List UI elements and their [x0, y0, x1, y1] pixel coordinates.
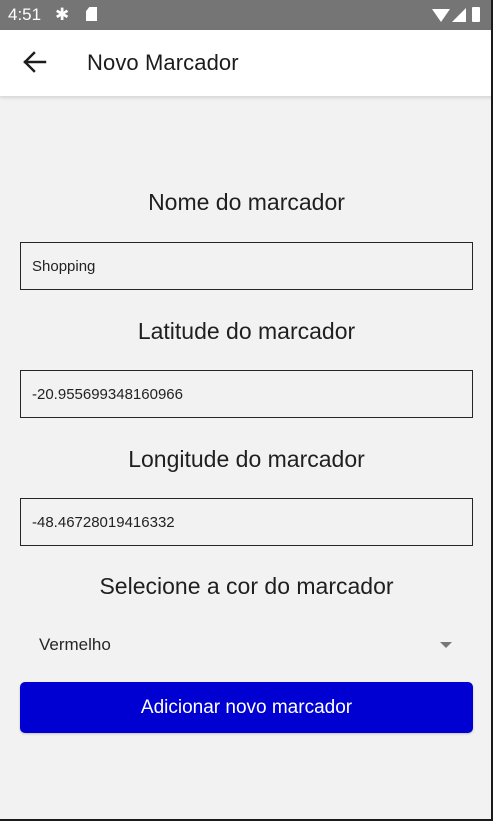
longitude-label: Longitude do marcador	[128, 446, 365, 472]
app-bar: Novo Marcador	[0, 30, 491, 96]
signal-icon	[452, 8, 466, 22]
latitude-input[interactable]	[20, 370, 473, 418]
color-dropdown-value: Vermelho	[39, 635, 111, 654]
color-label: Selecione a cor do marcador	[99, 573, 394, 599]
page-title: Novo Marcador	[87, 50, 239, 75]
chevron-down-icon	[440, 642, 452, 648]
status-bar: 4:51 ✱	[0, 0, 491, 30]
longitude-input[interactable]	[20, 498, 473, 546]
arrow-left-icon[interactable]	[22, 50, 48, 74]
latitude-label: Latitude do marcador	[137, 318, 356, 344]
name-input[interactable]	[20, 242, 473, 290]
name-label: Nome do marcador	[148, 189, 345, 215]
battery-icon	[472, 7, 480, 22]
status-time: 4:51	[8, 5, 42, 24]
screen: 4:51 ✱ Novo Marcador Nome do marcador La…	[0, 0, 493, 821]
color-dropdown[interactable]: Vermelho	[20, 622, 473, 668]
settings-gear-icon: ✱	[55, 5, 70, 24]
add-marker-button[interactable]: Adicionar novo marcador	[20, 682, 473, 733]
wifi-icon	[432, 9, 450, 22]
sd-card-icon	[86, 7, 97, 21]
